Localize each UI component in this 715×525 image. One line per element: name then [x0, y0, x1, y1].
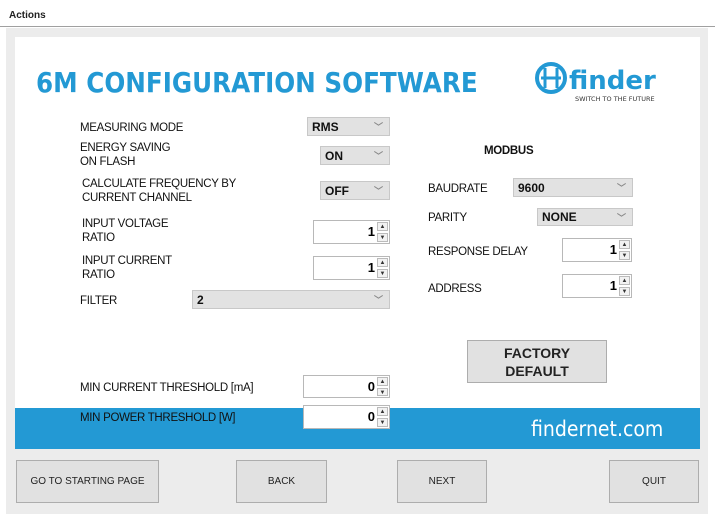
min-power-label: MIN POWER THRESHOLD [W] [80, 412, 236, 424]
min-current-spinner[interactable]: 0 ▲ ▼ [303, 375, 390, 398]
chevron-down-icon: ﹀ [373, 295, 383, 305]
min-current-label: MIN CURRENT THRESHOLD [mA] [80, 382, 254, 394]
chevron-down-icon: ﹀ [616, 213, 626, 223]
spin-up-icon[interactable]: ▲ [619, 240, 630, 249]
chevron-down-icon: ﹀ [616, 183, 626, 193]
baudrate-select[interactable]: 9600 ﹀ [513, 178, 633, 197]
baudrate-value: 9600 [518, 180, 545, 195]
spin-down-icon[interactable]: ▼ [377, 418, 388, 427]
spin-down-icon[interactable]: ▼ [377, 233, 388, 242]
menu-actions[interactable]: Actions [9, 10, 46, 21]
measuring-mode-label: MEASURING MODE [80, 122, 184, 134]
finder-logo: finder SWITCH TO THE FUTURE [533, 62, 683, 109]
finder-logo-icon: finder SWITCH TO THE FUTURE [535, 62, 656, 103]
page-title: 6M CONFIGURATION SOFTWARE [36, 66, 478, 99]
parity-select[interactable]: NONE ﹀ [537, 208, 633, 226]
baudrate-label: BAUDRATE [428, 183, 488, 195]
svg-text:SWITCH TO THE FUTURE: SWITCH TO THE FUTURE [575, 95, 655, 103]
filter-value: 2 [197, 292, 204, 307]
go-to-starting-page-button[interactable]: GO TO STARTING PAGE [16, 460, 159, 503]
filter-label: FILTER [80, 295, 117, 307]
quit-button[interactable]: QUIT [609, 460, 699, 503]
spin-down-icon[interactable]: ▼ [377, 269, 388, 278]
factory-default-button[interactable]: FACTORY DEFAULT [467, 340, 607, 383]
spin-down-icon[interactable]: ▼ [619, 251, 630, 260]
spin-up-icon[interactable]: ▲ [377, 258, 388, 267]
measuring-mode-value: RMS [312, 119, 339, 134]
modbus-title: MODBUS [484, 145, 534, 157]
chevron-down-icon: ﹀ [373, 151, 383, 161]
svg-text:finder: finder [569, 66, 656, 96]
input-voltage-label: INPUT VOLTAGE RATIO [82, 218, 169, 244]
filter-select[interactable]: 2 ﹀ [192, 290, 390, 309]
address-label: ADDRESS [428, 283, 482, 295]
energy-saving-label: ENERGY SAVING ON FLASH [80, 142, 171, 168]
response-delay-spinner[interactable]: 1 ▲ ▼ [562, 238, 632, 262]
website-text: findernet.com [531, 417, 664, 441]
parity-label: PARITY [428, 212, 467, 224]
spin-up-icon[interactable]: ▲ [377, 407, 388, 416]
spin-up-icon[interactable]: ▲ [377, 222, 388, 231]
input-voltage-spinner[interactable]: 1 ▲ ▼ [313, 220, 390, 244]
response-delay-label: RESPONSE DELAY [428, 246, 528, 258]
min-power-spinner[interactable]: 0 ▲ ▼ [303, 405, 390, 429]
spin-up-icon[interactable]: ▲ [619, 276, 630, 285]
chevron-down-icon: ﹀ [373, 122, 383, 132]
calc-frequency-value: OFF [325, 183, 349, 198]
calc-frequency-label: CALCULATE FREQUENCY BY CURRENT CHANNEL [82, 178, 237, 204]
energy-saving-value: ON [325, 148, 343, 163]
spin-down-icon[interactable]: ▼ [377, 387, 388, 396]
input-current-label: INPUT CURRENT RATIO [82, 255, 172, 281]
menu-bar: Actions [0, 0, 715, 27]
next-button[interactable]: NEXT [397, 460, 487, 503]
spin-down-icon[interactable]: ▼ [619, 287, 630, 296]
address-spinner[interactable]: 1 ▲ ▼ [562, 274, 632, 298]
spin-up-icon[interactable]: ▲ [377, 377, 388, 386]
back-button[interactable]: BACK [236, 460, 327, 503]
chevron-down-icon: ﹀ [373, 186, 383, 196]
energy-saving-select[interactable]: ON ﹀ [320, 146, 390, 165]
parity-value: NONE [542, 210, 577, 224]
measuring-mode-select[interactable]: RMS ﹀ [307, 117, 390, 136]
calc-frequency-select[interactable]: OFF ﹀ [320, 181, 390, 200]
input-current-spinner[interactable]: 1 ▲ ▼ [313, 256, 390, 280]
